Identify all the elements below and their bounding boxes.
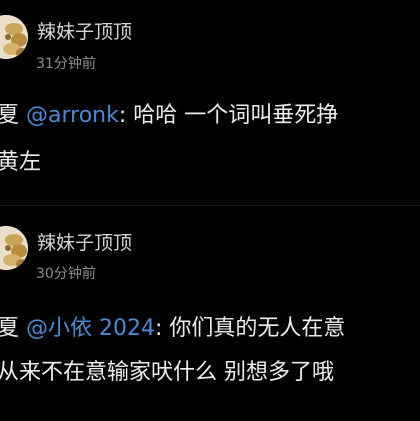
comment-text: : 哈哈 一个词叫垂死挣 <box>118 103 339 128</box>
mention-link[interactable]: @arronk <box>26 103 119 128</box>
comment-item: 辣妹子顶顶 30分钟前 夏 @小依 2024: 你们真的无人在意 从来不在意输家… <box>0 205 420 421</box>
food-avatar-icon <box>0 15 28 59</box>
comment-text-line: 夏 @小依 2024: 你们真的无人在意 <box>0 315 345 343</box>
username[interactable]: 辣妹子顶顶 <box>37 20 132 44</box>
username[interactable]: 辣妹子顶顶 <box>37 231 132 255</box>
comment-text-line: 从来不在意输家吠什么 别想多了哦 <box>0 360 334 385</box>
comment-text-line: 黄左 <box>0 150 42 175</box>
avatar[interactable] <box>0 226 28 270</box>
timestamp: 30分钟前 <box>36 266 96 282</box>
comment-text: : 你们真的无人在意 <box>154 316 346 341</box>
comment-item: 辣妹子顶顶 31分钟前 夏 @arronk: 哈哈 一个词叫垂死挣 黄左 <box>0 0 420 205</box>
comment-text-line: 夏 @arronk: 哈哈 一个词叫垂死挣 <box>0 102 338 130</box>
timestamp: 31分钟前 <box>36 56 96 72</box>
reply-prefix: 夏 <box>0 103 20 128</box>
avatar[interactable] <box>0 15 28 59</box>
mention-link[interactable]: @小依 2024 <box>26 316 155 341</box>
reply-prefix: 夏 <box>0 316 20 341</box>
food-avatar-icon <box>0 226 28 270</box>
